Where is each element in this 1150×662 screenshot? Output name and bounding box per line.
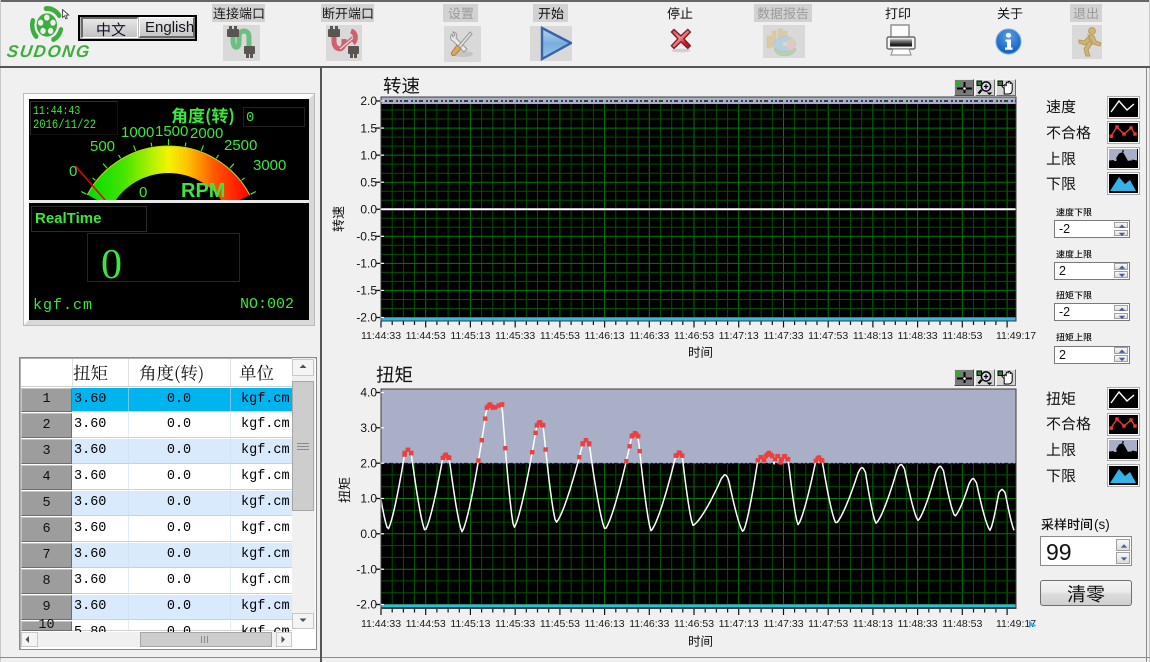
svg-text:11:48:53: 11:48:53 [942, 618, 982, 630]
svg-text:11:44:53: 11:44:53 [406, 330, 446, 342]
svg-text:11:47:13: 11:47:13 [719, 330, 759, 342]
svg-text:11:48:33: 11:48:33 [898, 618, 938, 630]
svg-text:11:48:33: 11:48:33 [898, 330, 938, 342]
svg-text:2.0: 2.0 [360, 94, 377, 108]
svg-text:-2.0: -2.0 [356, 598, 377, 612]
svg-text:11:45:53: 11:45:53 [540, 330, 580, 342]
svg-text:11:45:53: 11:45:53 [540, 618, 580, 630]
svg-text:11:45:13: 11:45:13 [450, 330, 490, 342]
svg-text:-2.0: -2.0 [356, 311, 377, 325]
svg-text:-1.0: -1.0 [356, 257, 377, 271]
svg-text:11:47:53: 11:47:53 [808, 618, 848, 630]
svg-text:1.0: 1.0 [360, 492, 377, 506]
svg-text:11:46:13: 11:46:13 [585, 330, 625, 342]
svg-text:-1.5: -1.5 [356, 284, 377, 298]
svg-text:1.0: 1.0 [360, 148, 377, 162]
svg-text:11:44:33: 11:44:33 [361, 618, 401, 630]
svg-text:11:47:33: 11:47:33 [763, 618, 803, 630]
svg-text:11:46:33: 11:46:33 [629, 330, 669, 342]
svg-text:11:46:53: 11:46:53 [674, 330, 714, 342]
svg-text:11:49:17: 11:49:17 [996, 330, 1036, 342]
svg-text:11:47:53: 11:47:53 [808, 330, 848, 342]
svg-text:4.0: 4.0 [360, 386, 377, 400]
svg-text:11:45:33: 11:45:33 [495, 618, 535, 630]
svg-text:11:47:13: 11:47:13 [719, 618, 759, 630]
svg-text:11:47:33: 11:47:33 [763, 330, 803, 342]
svg-text:11:45:33: 11:45:33 [495, 330, 535, 342]
svg-text:1.5: 1.5 [360, 121, 377, 135]
svg-text:11:46:13: 11:46:13 [585, 618, 625, 630]
svg-text:11:46:33: 11:46:33 [629, 618, 669, 630]
svg-text:11:48:13: 11:48:13 [853, 330, 893, 342]
svg-text:11:48:13: 11:48:13 [853, 618, 893, 630]
svg-text:-0.5: -0.5 [356, 230, 377, 244]
svg-text:3.0: 3.0 [360, 421, 377, 435]
svg-text:11:44:33: 11:44:33 [361, 330, 401, 342]
svg-text:11:46:53: 11:46:53 [674, 618, 714, 630]
svg-text:0.0: 0.0 [360, 202, 377, 216]
svg-text:0.5: 0.5 [360, 175, 377, 189]
svg-text:11:44:53: 11:44:53 [406, 618, 446, 630]
svg-text:0.0: 0.0 [360, 527, 377, 541]
svg-text:11:48:53: 11:48:53 [942, 330, 982, 342]
svg-text:-1.0: -1.0 [356, 562, 377, 576]
svg-text:2.0: 2.0 [360, 456, 377, 470]
svg-text:11:45:13: 11:45:13 [450, 618, 490, 630]
